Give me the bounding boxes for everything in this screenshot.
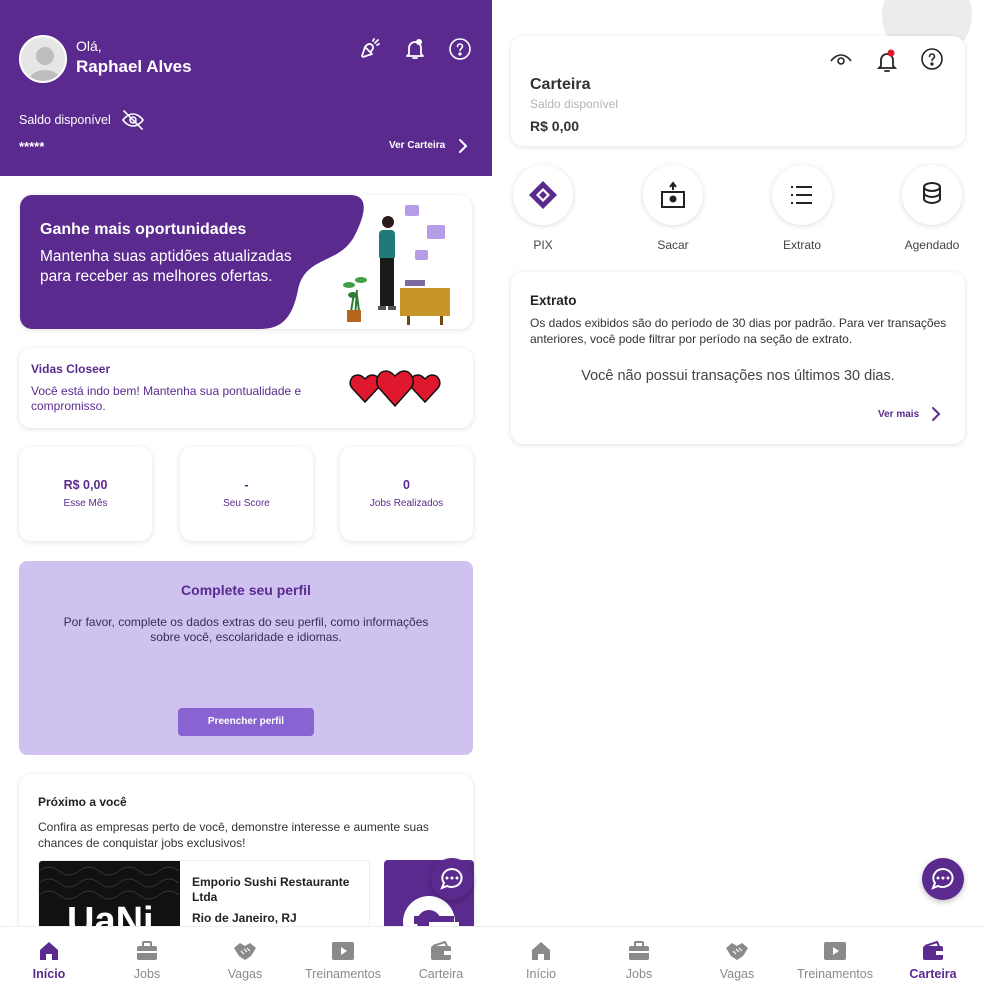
home-icon	[40, 942, 58, 960]
nav-jobs[interactable]: Jobs	[98, 927, 196, 984]
nav-label: Treinamentos	[797, 967, 873, 981]
person-illustration-icon	[343, 205, 450, 325]
megaphone-icon[interactable]	[358, 37, 382, 61]
nav-label: Treinamentos	[305, 967, 381, 981]
nav-label: Vagas	[719, 967, 755, 981]
stat-value: R$ 0,00	[63, 478, 108, 492]
withdraw-icon	[661, 181, 685, 208]
handshake-icon	[234, 943, 256, 960]
handshake-icon	[726, 943, 748, 960]
eye-off-icon[interactable]	[121, 108, 145, 132]
action-label: Extrato	[782, 238, 821, 252]
coins-icon	[923, 182, 941, 205]
vidas-title: Vidas Closeer	[31, 362, 111, 376]
greeting: Olá,	[76, 38, 102, 54]
bottom-nav: Início Jobs Vagas Treinamentos Carteira	[0, 926, 492, 984]
nearby-title: Próximo a você	[38, 795, 127, 809]
nav-label: Carteira	[418, 967, 464, 981]
banner-title: Ganhe mais oportunidades	[40, 221, 247, 238]
briefcase-icon	[137, 941, 157, 960]
nav-label: Início	[526, 967, 556, 981]
wallet-screen: Carteira Saldo disponível R$ 0,00 PIX Sa…	[492, 0, 984, 984]
action-label: Sacar	[657, 238, 689, 252]
home-header: Olá, Raphael Alves Saldo disponível ****…	[0, 0, 492, 176]
help-icon[interactable]	[448, 37, 472, 61]
stat-value: -	[244, 478, 249, 492]
stat-label: Jobs Realizados	[369, 498, 444, 509]
vidas-card: Vidas Closeer Você está indo bem! Manten…	[19, 348, 473, 428]
chevron-right-icon[interactable]	[929, 406, 941, 422]
wallet-balance-label: Saldo disponível	[530, 97, 619, 111]
stat-label: Esse Mês	[63, 498, 108, 509]
wallet-icon	[923, 940, 943, 960]
statement-button[interactable]	[772, 165, 832, 225]
vidas-text: Você está indo bem! Mantenha sua pontual…	[31, 384, 302, 413]
stat-card-month: R$ 0,00 Esse Mês	[19, 447, 152, 541]
business-city: Rio de Janeiro, RJ	[192, 911, 297, 925]
balance-label: Saldo disponível	[19, 113, 111, 127]
stat-value: 0	[403, 478, 410, 492]
wallet-balance-value: R$ 0,00	[530, 118, 580, 134]
chat-button[interactable]	[922, 858, 964, 900]
nav-vagas[interactable]: Vagas	[196, 927, 294, 984]
statement-card: Extrato Os dados exibidos são do período…	[511, 272, 965, 444]
withdraw-button[interactable]	[643, 165, 703, 225]
banner-text: Mantenha suas aptidões atualizadas para …	[40, 248, 292, 285]
briefcase-icon	[629, 941, 649, 960]
nav-label: Jobs	[133, 967, 161, 981]
nav-vagas[interactable]: Vagas	[688, 927, 786, 984]
avatar[interactable]	[19, 35, 67, 83]
statement-title: Extrato	[530, 293, 577, 308]
business-name: Emporio Sushi Restaurante Ltda	[192, 875, 350, 904]
nav-carteira[interactable]: Carteira	[392, 927, 490, 984]
user-name: Raphael Alves	[76, 57, 192, 76]
stat-card-jobs: 0 Jobs Realizados	[340, 447, 473, 541]
complete-profile-card: Complete seu perfil Por favor, complete …	[19, 561, 473, 755]
chat-button[interactable]	[431, 858, 473, 900]
nav-inicio[interactable]: Início	[0, 927, 98, 984]
balance-hidden: *****	[19, 139, 45, 154]
stat-card-score: - Seu Score	[180, 447, 313, 541]
nav-label: Vagas	[227, 967, 263, 981]
action-label: PIX	[533, 238, 553, 252]
nearby-text: Confira as empresas perto de você, demon…	[38, 820, 429, 850]
play-icon	[824, 942, 846, 960]
fill-profile-button[interactable]: Preencher perfil	[178, 708, 314, 736]
wallet-card: Carteira Saldo disponível R$ 0,00	[511, 36, 965, 146]
bell-icon[interactable]	[403, 37, 427, 61]
action-label: Agendado	[904, 238, 960, 252]
chat-icon	[440, 867, 463, 890]
wallet-icon	[431, 940, 451, 960]
nav-treinamentos[interactable]: Treinamentos	[786, 927, 884, 984]
nav-inicio[interactable]: Início	[492, 927, 590, 984]
bell-icon[interactable]	[875, 47, 899, 73]
chevron-right-icon[interactable]	[456, 138, 468, 154]
play-icon	[332, 942, 354, 960]
statement-empty: Você não possui transações nos últimos 3…	[581, 368, 895, 384]
stat-label: Seu Score	[223, 498, 270, 509]
nav-label: Jobs	[625, 967, 653, 981]
list-icon	[791, 186, 812, 204]
hearts-icon	[349, 370, 441, 408]
nav-treinamentos[interactable]: Treinamentos	[294, 927, 392, 984]
nav-jobs[interactable]: Jobs	[590, 927, 688, 984]
help-icon[interactable]	[920, 47, 944, 71]
statement-text: Os dados exibidos são do período de 30 d…	[530, 316, 947, 346]
scheduled-button[interactable]	[902, 165, 962, 225]
nav-carteira[interactable]: Carteira	[884, 927, 982, 984]
profile-title: Complete seu perfil	[181, 582, 311, 598]
nav-label: Início	[32, 967, 66, 981]
chat-icon	[931, 867, 954, 890]
pix-button[interactable]	[513, 165, 573, 225]
profile-text: Por favor, complete os dados extras do s…	[63, 615, 429, 644]
eye-icon[interactable]	[829, 48, 853, 72]
home-icon	[532, 942, 550, 960]
pix-icon	[529, 181, 557, 209]
bottom-nav: Início Jobs Vagas Treinamentos Carteira	[492, 926, 984, 984]
see-more-link[interactable]: Ver mais	[878, 409, 919, 420]
view-wallet-link[interactable]: Ver Carteira	[389, 140, 445, 151]
wallet-title: Carteira	[530, 76, 591, 93]
nav-label: Carteira	[909, 967, 957, 981]
home-screen: Olá, Raphael Alves Saldo disponível ****…	[0, 0, 492, 984]
